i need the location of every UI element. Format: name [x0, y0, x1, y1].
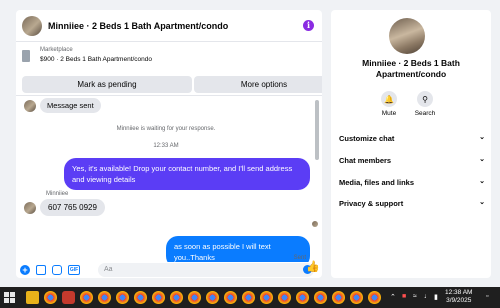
conversation-title: Minniiee · 2 Beds 1 Bath Apartment/condo	[362, 58, 460, 79]
search-button[interactable]: ⚲ Search	[405, 91, 445, 117]
chrome-icon[interactable]	[296, 291, 309, 304]
chat-header: Minniiee · 2 Beds 1 Bath Apartment/condo…	[16, 10, 322, 42]
chrome-icon[interactable]	[134, 291, 147, 304]
avatar	[24, 99, 36, 112]
wifi-icon[interactable]: ≈	[413, 293, 417, 300]
more-options-button[interactable]: More options	[194, 76, 322, 93]
chrome-icon[interactable]	[44, 291, 57, 304]
mark-as-pending-button[interactable]: Mark as pending	[22, 76, 192, 93]
message-row: Message sent	[24, 98, 101, 113]
timestamp: 12:33 AM	[153, 143, 179, 149]
section-media-files-links[interactable]: Media, files and links ⌄	[339, 178, 485, 187]
sticker-icon[interactable]	[52, 265, 62, 275]
chrome-icon[interactable]	[314, 291, 327, 304]
scrollbar[interactable]	[315, 100, 319, 160]
message-row: 607 765 0929	[24, 199, 105, 216]
section-chat-members[interactable]: Chat members ⌄	[339, 156, 485, 165]
avatar	[24, 201, 36, 214]
chrome-icon[interactable]	[152, 291, 165, 304]
seen-avatar	[312, 221, 318, 227]
image-icon[interactable]	[36, 265, 46, 275]
conversation-details-panel: Minniiee · 2 Beds 1 Bath Apartment/condo…	[331, 10, 491, 278]
chevron-down-icon: ⌄	[479, 178, 485, 185]
info-icon[interactable]: i	[303, 20, 314, 31]
chat-panel: Minniiee · 2 Beds 1 Bath Apartment/condo…	[16, 10, 322, 278]
taskbar: ⌃ ■ ≈ ♩ ▮ 12:38 AM 3/9/2025 ▫	[0, 287, 500, 308]
message-status: Sent	[293, 255, 306, 261]
chrome-icon[interactable]	[368, 291, 381, 304]
mute-button[interactable]: 🔔 Mute	[369, 91, 409, 117]
chrome-icon[interactable]	[98, 291, 111, 304]
clock-time: 12:38 AM	[445, 289, 473, 296]
message-bubble: Message sent	[40, 98, 101, 113]
section-label: Media, files and links	[339, 178, 415, 187]
composer: + GIF Aa	[16, 262, 322, 278]
chrome-icon[interactable]	[332, 291, 345, 304]
chrome-icon[interactable]	[260, 291, 273, 304]
battery-icon[interactable]: ▮	[434, 293, 438, 301]
section-privacy-support[interactable]: Privacy & support ⌄	[339, 199, 485, 208]
message-list[interactable]: Message sent Minniiee is waiting for you…	[16, 96, 322, 262]
chrome-icon[interactable]	[278, 291, 291, 304]
search-icon: ⚲	[417, 91, 433, 107]
waiting-note: Minniiee is waiting for your response.	[116, 126, 216, 132]
outgoing-message[interactable]: as soon as possible I will text you..Tha…	[166, 236, 310, 262]
listing-price-title[interactable]: $900 · 2 Beds 1 Bath Apartment/condo	[40, 56, 152, 63]
chrome-icon[interactable]	[188, 291, 201, 304]
chevron-down-icon: ⌄	[479, 134, 485, 141]
search-label: Search	[414, 110, 436, 117]
app-icon[interactable]	[62, 291, 75, 304]
windows-start-icon[interactable]	[4, 292, 15, 303]
section-label: Customize chat	[339, 134, 395, 143]
section-label: Privacy & support	[339, 199, 404, 208]
marketplace-listing: Marketplace $900 · 2 Beds 1 Bath Apartme…	[16, 42, 322, 96]
chrome-icon[interactable]	[242, 291, 255, 304]
chevron-down-icon: ⌄	[479, 199, 485, 206]
antivirus-tray-icon[interactable]: ■	[402, 293, 406, 300]
file-explorer-icon[interactable]	[26, 291, 39, 304]
thumbs-up-icon[interactable]: 👍	[306, 260, 320, 275]
section-label: Chat members	[339, 156, 392, 165]
section-customize-chat[interactable]: Customize chat ⌄	[339, 134, 485, 143]
chat-title[interactable]: Minniiee · 2 Beds 1 Bath Apartment/condo	[48, 21, 228, 31]
chrome-icon[interactable]	[224, 291, 237, 304]
chrome-icon[interactable]	[170, 291, 183, 304]
speaker-icon[interactable]: ♩	[424, 293, 431, 300]
marketplace-label: Marketplace	[40, 47, 73, 53]
mute-label: Mute	[381, 110, 397, 117]
notification-icon[interactable]: ▫	[486, 293, 488, 300]
chrome-icon[interactable]	[80, 291, 93, 304]
outgoing-message[interactable]: Yes, it's available! Drop your contact n…	[64, 158, 310, 190]
message-input[interactable]: Aa	[98, 263, 314, 277]
avatar[interactable]	[389, 18, 425, 54]
chrome-icon[interactable]	[350, 291, 363, 304]
gif-icon[interactable]: GIF	[68, 265, 80, 275]
incoming-message[interactable]: 607 765 0929	[40, 199, 105, 216]
chevron-up-icon[interactable]: ⌃	[390, 293, 396, 301]
avatar[interactable]	[22, 15, 42, 36]
chevron-down-icon: ⌄	[479, 156, 485, 163]
taskbar-clock[interactable]: 12:38 AM 3/9/2025	[445, 289, 472, 305]
clock-date: 3/9/2025	[446, 297, 472, 304]
chrome-icon[interactable]	[116, 291, 129, 304]
listing-thumbnail	[22, 50, 30, 62]
plus-icon[interactable]: +	[20, 265, 30, 275]
bell-icon: 🔔	[381, 91, 397, 107]
sender-name: Minniiee	[46, 191, 69, 197]
chrome-icon[interactable]	[206, 291, 219, 304]
